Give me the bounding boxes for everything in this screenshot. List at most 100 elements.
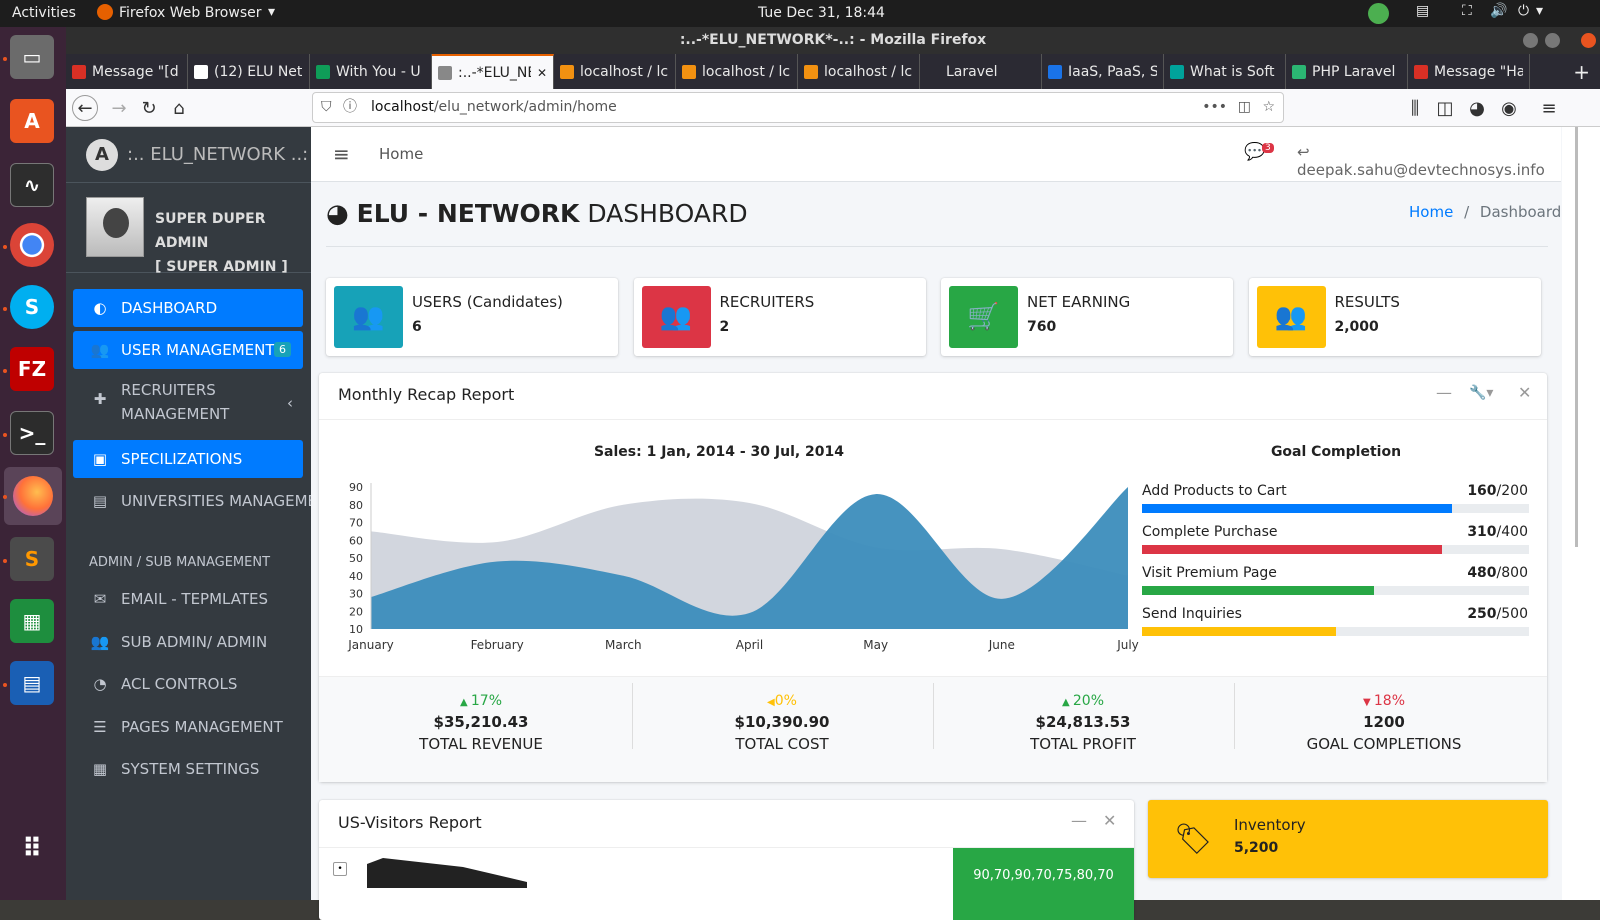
info-box-2: 🛒NET EARNING760 xyxy=(941,278,1233,356)
running-indicator xyxy=(3,307,7,311)
window-title: :..-*ELU_NETWORK*-..: - Mozilla Firefox xyxy=(680,32,986,48)
zoom-in-icon[interactable]: • xyxy=(333,862,347,876)
menu-icon[interactable]: ≡ xyxy=(1536,95,1562,121)
color-extension-icon[interactable]: ◕ xyxy=(1464,95,1490,121)
forward-icon[interactable]: → xyxy=(106,95,132,121)
sidebar-item-system-settings[interactable]: ▦SYSTEM SETTINGS xyxy=(73,750,303,788)
wrench-icon[interactable]: 🔧▾ xyxy=(1469,385,1493,401)
sidebar-item-universities-management[interactable]: ▤UNIVERSITIES MANAGEMENT xyxy=(73,482,303,520)
activities-button[interactable]: Activities xyxy=(12,5,76,21)
reload-icon[interactable]: ↻ xyxy=(136,95,162,121)
page-actions-icon[interactable]: ••• xyxy=(1202,93,1227,122)
user-name[interactable]: SUPER DUPER ADMIN [ SUPER ADMIN ] xyxy=(155,207,311,279)
minimize-icon[interactable] xyxy=(1523,33,1538,48)
remove-icon[interactable]: ✕ xyxy=(1518,383,1531,402)
sidebar-item-acl-controls[interactable]: ◔ACL CONTROLS xyxy=(73,665,303,703)
scrollbar-thumb[interactable] xyxy=(1575,127,1578,547)
tab-10[interactable]: PHP Laravel xyxy=(1286,54,1408,89)
sidebar-item-email-tepmlates[interactable]: ✉EMAIL - TEPMLATES xyxy=(73,580,303,618)
skype-icon[interactable]: S xyxy=(10,285,54,329)
update-icon[interactable] xyxy=(1368,3,1389,24)
caret-up-icon: ▲ xyxy=(1062,697,1073,708)
account-icon[interactable]: ◉ xyxy=(1496,95,1522,121)
tab-close-icon[interactable]: ✕ xyxy=(537,66,547,80)
us-map[interactable] xyxy=(367,858,527,888)
tab-5[interactable]: localhost / lc xyxy=(676,54,798,89)
brand-link[interactable]: A :.. ELU_NETWORK ..: xyxy=(66,127,311,183)
system-monitor-icon[interactable]: ∿ xyxy=(10,163,54,207)
power-icon[interactable]: ⏻ xyxy=(1518,3,1529,19)
spreadsheet-icon[interactable]: ▦ xyxy=(10,599,54,643)
scrollbar-track[interactable] xyxy=(1562,127,1600,900)
chrome-icon[interactable] xyxy=(10,223,54,267)
library-icon[interactable]: ⫼ xyxy=(1402,95,1428,121)
sidebar-item-recruiters[interactable]: ✚RECRUITERSMANAGEMENT‹ xyxy=(73,377,303,427)
bookmark-star-icon[interactable]: ☆ xyxy=(1262,93,1275,122)
app-menu[interactable]: Firefox Web Browser xyxy=(119,5,262,21)
sidebar-item-label: SUB ADMIN/ ADMIN xyxy=(121,633,267,651)
maximize-icon[interactable] xyxy=(1545,33,1560,48)
tab-favicon-icon xyxy=(560,65,574,79)
url-bar[interactable]: ⛉ ⓘ localhost/elu_network/admin/home •••… xyxy=(312,92,1284,123)
tachometer-icon: ◐ xyxy=(90,299,110,317)
software-center-icon[interactable]: A xyxy=(10,99,54,143)
tab-1[interactable]: (12) ELU Net xyxy=(188,54,310,89)
goal-title: Goal Completion xyxy=(1141,444,1531,460)
stat-percentage: ▼ 18% xyxy=(1234,693,1534,713)
nav-home-link[interactable]: Home xyxy=(379,145,423,163)
tab-9[interactable]: What is Soft xyxy=(1164,54,1286,89)
sidebar-item-user-management[interactable]: 👥USER MANAGEMENT6 xyxy=(73,331,303,369)
collapse-icon[interactable]: — xyxy=(1436,383,1452,402)
breadcrumb: Home / Dashboard xyxy=(1409,203,1561,221)
sidebar-item-pages-management[interactable]: ☰PAGES MANAGEMENT xyxy=(73,708,303,746)
show-apps-icon[interactable]: ⠿ xyxy=(10,827,54,871)
sidebar-item-specilizations[interactable]: ▣SPECILIZATIONS xyxy=(73,440,303,478)
hamburger-icon[interactable]: ≡ xyxy=(333,142,350,166)
back-icon[interactable]: ← xyxy=(72,95,98,121)
files-icon[interactable]: ▭ xyxy=(10,35,54,79)
filezilla-icon[interactable]: FZ xyxy=(10,347,54,391)
sparkline-values: 90,70,90,70,75,80,70 xyxy=(973,868,1114,883)
terminal-icon[interactable]: >_ xyxy=(10,411,54,455)
system-clock[interactable]: Tue Dec 31, 18:44 xyxy=(758,5,885,21)
file-icon: ▤ xyxy=(90,492,110,510)
network-icon[interactable]: ⛶ xyxy=(1462,3,1472,19)
writer-icon[interactable]: ▤ xyxy=(10,661,54,705)
goal-label: Visit Premium Page xyxy=(1142,565,1277,581)
tab-3[interactable]: :..-*ELU_NET✕ xyxy=(432,54,554,89)
remove-icon[interactable]: ✕ xyxy=(1103,811,1116,830)
firefox-dock-item[interactable] xyxy=(4,467,62,525)
sidebar-icon[interactable]: ◫ xyxy=(1432,95,1458,121)
sidebar-item-label: UNIVERSITIES MANAGEMENT xyxy=(121,492,337,510)
pocket-icon[interactable]: ◫ xyxy=(1238,93,1251,122)
tab-11[interactable]: Message "Ha xyxy=(1408,54,1530,89)
collapse-icon[interactable]: — xyxy=(1071,811,1087,830)
goal-label: Send Inquiries xyxy=(1142,606,1242,622)
stat-divider xyxy=(933,683,934,749)
user-menu[interactable]: ↩ deepak.sahu@devtechnosys.info xyxy=(1297,143,1561,179)
tab-4[interactable]: localhost / lc xyxy=(554,54,676,89)
y-tick-label: 30 xyxy=(349,588,363,601)
inventory-value: 5,200 xyxy=(1234,840,1278,856)
info-icon[interactable]: ⓘ xyxy=(343,93,357,122)
avatar[interactable] xyxy=(86,197,144,257)
tab-7[interactable]: Laravel xyxy=(920,54,1042,89)
notes-icon[interactable]: ▤ xyxy=(1416,3,1429,19)
shield-icon[interactable]: ⛉ xyxy=(321,93,332,122)
header-divider xyxy=(326,246,1548,247)
tab-6[interactable]: localhost / lc xyxy=(798,54,920,89)
tab-8[interactable]: IaaS, PaaS, S xyxy=(1042,54,1164,89)
volume-icon[interactable]: 🔊 xyxy=(1490,3,1507,19)
sidebar-item-dashboard[interactable]: ◐DASHBOARD xyxy=(73,289,303,327)
y-tick-label: 10 xyxy=(349,623,363,636)
sidebar-item-sub-admin-admin[interactable]: 👥SUB ADMIN/ ADMIN xyxy=(73,623,303,661)
sublime-text-icon[interactable]: S xyxy=(10,537,54,581)
breadcrumb-home[interactable]: Home xyxy=(1409,203,1453,221)
y-tick-label: 20 xyxy=(349,605,363,618)
new-tab-icon[interactable]: + xyxy=(1573,60,1590,84)
goal-num: 250 xyxy=(1467,606,1496,622)
tab-2[interactable]: With You - U xyxy=(310,54,432,89)
tab-0[interactable]: Message "[d xyxy=(66,54,188,89)
home-icon[interactable]: ⌂ xyxy=(166,95,192,121)
close-icon[interactable] xyxy=(1581,33,1596,48)
